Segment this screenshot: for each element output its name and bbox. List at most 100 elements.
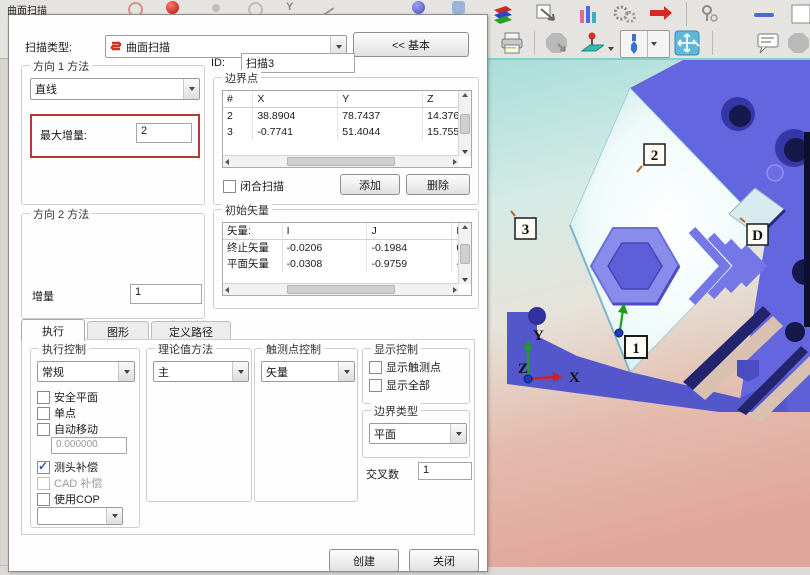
tab-execution[interactable]: 执行 xyxy=(21,319,85,341)
print-icon[interactable] xyxy=(500,30,526,56)
surface-scan-dialog: 曲面扫描 扫描类型: 曲面扫描 << 基本 方向 1 方法 直线 最大增量: 2… xyxy=(8,14,488,572)
direction2-group: 方向 2 方法 增量 1 xyxy=(21,213,205,319)
table-row[interactable]: 平面矢量 -0.0308 -0.9759 - xyxy=(223,256,471,272)
pan-view-icon[interactable] xyxy=(674,30,700,56)
create-button[interactable]: 创建 xyxy=(329,549,399,572)
direction1-group: 方向 1 方法 直线 最大增量: 2 xyxy=(21,65,205,205)
delete-button[interactable]: 删除 xyxy=(406,174,470,195)
display-control-group-title: 显示控制 xyxy=(371,341,421,357)
sphere-blue-icon[interactable] xyxy=(412,1,425,14)
increment-input[interactable]: 1 xyxy=(130,284,202,304)
initial-vectors-group-title: 初始矢量 xyxy=(222,202,272,218)
vector-feature-icon[interactable]: Y xyxy=(286,1,298,13)
axis-x-label: X xyxy=(569,370,580,386)
vertical-scrollbar[interactable] xyxy=(458,91,471,156)
probe-level-icon[interactable] xyxy=(578,30,604,56)
axis-z-label: Z xyxy=(518,361,528,377)
boundary-points-group-title: 边界点 xyxy=(222,70,261,86)
nominals-group-title: 理论值方法 xyxy=(155,341,216,357)
initial-vectors-table[interactable]: 矢量: I J K 终止矢量 -0.0206 -0.1984 0 平面矢量 -0… xyxy=(222,222,472,296)
show-hits-checkbox[interactable]: 显示触测点 xyxy=(369,359,441,375)
add-button[interactable]: 添加 xyxy=(340,174,400,195)
sphere-feature-icon[interactable] xyxy=(166,1,179,14)
chevron-down-icon[interactable] xyxy=(118,362,134,381)
direction2-group-title: 方向 2 方法 xyxy=(30,206,92,222)
use-cop-checkbox[interactable]: 使用COP xyxy=(37,491,100,507)
export-arrow-icon[interactable] xyxy=(534,1,560,27)
max-increment-input[interactable]: 2 xyxy=(136,123,192,143)
probe-comp-checkbox[interactable]: 测头补偿 xyxy=(37,459,98,475)
single-point-checkbox[interactable]: 单点 xyxy=(37,405,76,421)
crossings-input[interactable]: 1 xyxy=(418,462,472,480)
ruler-icon[interactable] xyxy=(752,1,778,27)
chevron-down-icon[interactable] xyxy=(106,508,122,524)
tab-graphics[interactable]: 图形 xyxy=(87,321,149,341)
red-arrow-icon[interactable] xyxy=(648,1,674,27)
3d-viewport[interactable]: Y X Z 2 3 D 1 xyxy=(487,58,810,567)
exec-mode-combo[interactable]: 常规 xyxy=(37,361,135,382)
nominals-method-combo[interactable]: 主 xyxy=(153,361,249,382)
probe-dropdown-arrow[interactable] xyxy=(647,31,660,57)
direction1-group-title: 方向 1 方法 xyxy=(30,58,92,74)
marker-3: 3 xyxy=(522,222,530,238)
close-button[interactable]: 关闭 xyxy=(409,549,479,572)
chevron-down-icon[interactable] xyxy=(232,362,248,381)
marker-2: 2 xyxy=(651,148,659,164)
nominals-method-group: 理论值方法 主 xyxy=(146,348,252,502)
execution-tab-page: 执行控制 常规 安全平面 单点 自动移动 0.000000 测头补偿 CAD 补… xyxy=(21,339,475,535)
dialog-title: 曲面扫描 xyxy=(7,2,47,17)
exec-control-group-title: 执行控制 xyxy=(39,341,89,357)
table-row[interactable]: 2 38.8904 78.7437 14.376 xyxy=(223,108,471,124)
boundary-points-table[interactable]: # X Y Z 2 38.8904 78.7437 14.376 3 -0.77… xyxy=(222,90,472,168)
probe-icon xyxy=(621,32,647,56)
boundary-points-group: 边界点 # X Y Z 2 38.8904 78.7437 14.376 3 -… xyxy=(213,77,479,205)
cad-comp-checkbox: CAD 补偿 xyxy=(37,475,102,491)
cad-feature-icon[interactable] xyxy=(452,1,465,14)
boundary-type-combo[interactable]: 平面 xyxy=(369,423,467,444)
horizontal-scrollbar[interactable] xyxy=(223,283,459,295)
histogram-icon[interactable] xyxy=(576,1,602,27)
vertical-scrollbar[interactable] xyxy=(458,223,471,284)
scan-type-label: 扫描类型: xyxy=(25,39,72,55)
probe-mode-selector[interactable] xyxy=(620,30,670,58)
auto-move-distance-input[interactable]: 0.000000 xyxy=(51,437,127,454)
display-control-group: 显示控制 显示触测点 显示全部 xyxy=(362,348,470,404)
max-increment-highlight: 最大增量: 2 xyxy=(30,114,200,158)
show-all-checkbox[interactable]: 显示全部 xyxy=(369,377,430,393)
probe-config-icon[interactable] xyxy=(696,1,722,27)
table-header: 矢量: I J K xyxy=(223,223,471,240)
id-label: ID: xyxy=(211,57,225,69)
part-edge-shadow xyxy=(804,132,810,327)
auto-move-checkbox[interactable]: 自动移动 xyxy=(37,421,98,437)
boundary-type-group-title: 边界类型 xyxy=(371,403,421,419)
document-icon[interactable] xyxy=(788,1,810,27)
layers-icon[interactable] xyxy=(490,1,516,27)
cop-combo[interactable] xyxy=(37,507,123,525)
chevron-down-icon[interactable] xyxy=(183,79,199,99)
octagon-snap-icon[interactable] xyxy=(544,30,570,56)
crossings-label: 交叉数 xyxy=(366,466,399,482)
exec-control-group: 执行控制 常规 安全平面 单点 自动移动 0.000000 测头补偿 CAD 补… xyxy=(30,348,140,528)
marker-1: 1 xyxy=(632,341,640,357)
table-row[interactable]: 终止矢量 -0.0206 -0.1984 0 xyxy=(223,240,471,256)
basic-toggle-button[interactable]: << 基本 xyxy=(353,32,469,57)
closed-scan-checkbox[interactable]: 闭合扫描 xyxy=(223,178,284,194)
octagon-icon[interactable] xyxy=(786,30,810,56)
gears-icon[interactable] xyxy=(612,1,638,27)
initial-vectors-group: 初始矢量 矢量: I J K 终止矢量 -0.0206 -0.1984 0 平面… xyxy=(213,209,479,309)
chevron-down-icon[interactable] xyxy=(338,362,354,381)
safe-plane-checkbox[interactable]: 安全平面 xyxy=(37,389,98,405)
surface-scan-icon xyxy=(110,41,123,53)
table-row[interactable]: 3 -0.7741 51.4044 15.755 xyxy=(223,124,471,140)
hit-control-group-title: 触测点控制 xyxy=(263,341,324,357)
hit-control-group: 触测点控制 矢量 xyxy=(254,348,358,502)
comment-icon[interactable] xyxy=(756,30,782,56)
direction1-method-combo[interactable]: 直线 xyxy=(30,78,200,100)
marker-D: D xyxy=(752,228,763,244)
horizontal-scrollbar[interactable] xyxy=(223,155,459,167)
tab-define-path[interactable]: 定义路径 xyxy=(151,321,231,341)
point-feature-icon[interactable] xyxy=(212,4,220,12)
chevron-down-icon[interactable] xyxy=(450,424,466,443)
hit-control-combo[interactable]: 矢量 xyxy=(261,361,355,382)
boundary-type-group: 边界类型 平面 xyxy=(362,410,470,458)
